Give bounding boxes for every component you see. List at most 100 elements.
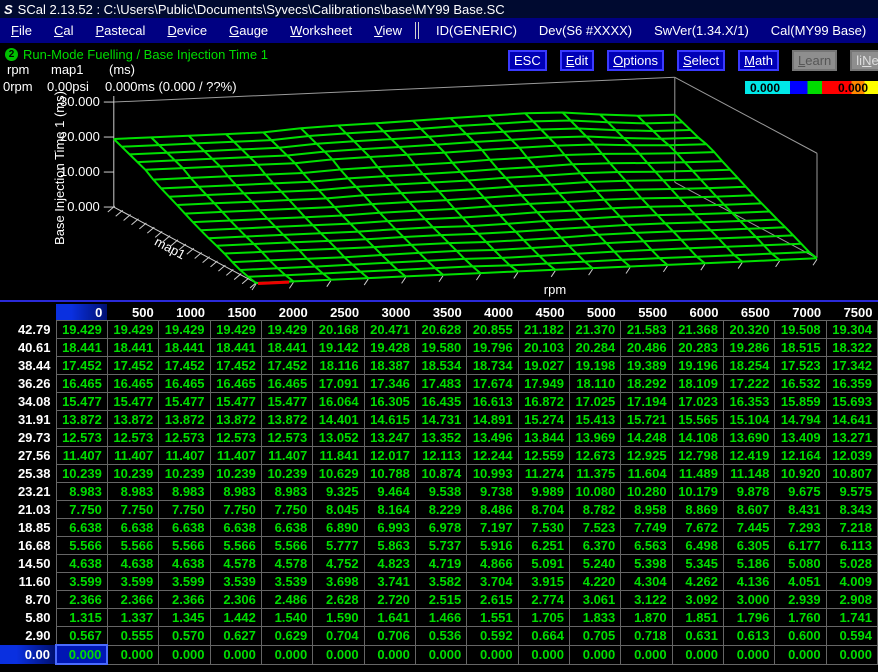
cell[interactable]: 1.315 [56,609,107,627]
cell[interactable]: 1.442 [210,609,261,627]
cell[interactable]: 13.690 [723,429,774,447]
cell[interactable]: 4.719 [415,555,466,573]
cell[interactable]: 12.573 [210,429,261,447]
cell[interactable]: 18.441 [261,339,312,357]
row-header-23.21[interactable]: 23.21 [0,483,56,501]
cell[interactable]: 5.566 [107,537,158,555]
cell[interactable]: 18.387 [364,357,415,375]
cell[interactable]: 15.859 [775,393,826,411]
cell[interactable]: 18.441 [159,339,210,357]
row-header-11.60[interactable]: 11.60 [0,573,56,591]
cell[interactable]: 8.607 [723,501,774,519]
cell[interactable]: 5.091 [518,555,569,573]
menu-item-cal[interactable]: Cal [43,21,85,40]
cell[interactable]: 6.498 [672,537,723,555]
cell[interactable]: 19.389 [621,357,672,375]
cell[interactable]: 2.515 [415,591,466,609]
app-icon[interactable]: S [4,2,12,17]
cell[interactable]: 12.573 [107,429,158,447]
col-header-7500[interactable]: 7500 [826,304,877,321]
cell[interactable]: 16.305 [364,393,415,411]
row-header-21.03[interactable]: 21.03 [0,501,56,519]
cell[interactable]: 13.271 [826,429,877,447]
cell[interactable]: 16.613 [467,393,518,411]
cell[interactable]: 3.741 [364,573,415,591]
cell[interactable]: 7.749 [621,519,672,537]
cell[interactable]: 8.983 [159,483,210,501]
cell[interactable]: 0.555 [107,627,158,646]
cell[interactable]: 11.407 [210,447,261,465]
cell[interactable]: 5.240 [569,555,620,573]
cell[interactable]: 14.794 [775,411,826,429]
cell[interactable]: 19.429 [56,321,107,339]
cell[interactable]: 5.028 [826,555,877,573]
cell[interactable]: 14.641 [826,411,877,429]
cell[interactable]: 14.615 [364,411,415,429]
cell[interactable]: 12.559 [518,447,569,465]
cell[interactable]: 10.788 [364,465,415,483]
cell[interactable]: 9.675 [775,483,826,501]
cell[interactable]: 16.359 [826,375,877,393]
cell[interactable]: 10.920 [775,465,826,483]
cell[interactable]: 9.878 [723,483,774,501]
cell[interactable]: 17.674 [467,375,518,393]
cell[interactable]: 11.407 [107,447,158,465]
cell[interactable]: 7.530 [518,519,569,537]
cell[interactable]: 8.983 [210,483,261,501]
cell[interactable]: 1.796 [723,609,774,627]
cell[interactable]: 0.570 [159,627,210,646]
cell[interactable]: 4.578 [261,555,312,573]
cell[interactable]: 0.000 [723,645,774,664]
cell[interactable]: 5.863 [364,537,415,555]
cell[interactable]: 0.000 [415,645,466,664]
cell[interactable]: 3.539 [210,573,261,591]
cell[interactable]: 0.629 [261,627,312,646]
cell[interactable]: 19.429 [107,321,158,339]
cell[interactable]: 16.465 [107,375,158,393]
cell[interactable]: 5.566 [56,537,107,555]
cell[interactable]: 6.638 [210,519,261,537]
col-header-0[interactable]: 0 [56,304,107,321]
cell[interactable]: 13.872 [56,411,107,429]
row-header-38.44[interactable]: 38.44 [0,357,56,375]
row-header-0.00[interactable]: 0.00 [0,645,56,664]
cell[interactable]: 15.565 [672,411,723,429]
select-button[interactable]: Select [677,50,725,71]
col-header-500[interactable]: 500 [107,304,158,321]
col-header-1500[interactable]: 1500 [210,304,261,321]
cell[interactable]: 19.429 [261,321,312,339]
options-button[interactable]: Options [607,50,664,71]
cell[interactable]: 8.431 [775,501,826,519]
cell[interactable]: 3.704 [467,573,518,591]
cell[interactable]: 4.823 [364,555,415,573]
cell[interactable]: 0.000 [159,645,210,664]
cell[interactable]: 15.274 [518,411,569,429]
cell[interactable]: 20.103 [518,339,569,357]
row-header-5.80[interactable]: 5.80 [0,609,56,627]
cell[interactable]: 12.017 [364,447,415,465]
cell[interactable]: 11.841 [313,447,364,465]
cell[interactable]: 8.983 [261,483,312,501]
cell[interactable]: 7.750 [159,501,210,519]
cell[interactable]: 12.573 [56,429,107,447]
cell[interactable]: 10.239 [261,465,312,483]
cell[interactable]: 18.515 [775,339,826,357]
col-header-1000[interactable]: 1000 [159,304,210,321]
cell[interactable]: 18.109 [672,375,723,393]
cell[interactable]: 20.486 [621,339,672,357]
cell[interactable]: 1.466 [415,609,466,627]
cell[interactable]: 4.051 [775,573,826,591]
cell[interactable]: 13.352 [415,429,466,447]
cell[interactable]: 7.750 [107,501,158,519]
cell[interactable]: 0.627 [210,627,261,646]
cell[interactable]: 11.407 [159,447,210,465]
cell[interactable]: 21.583 [621,321,672,339]
cell[interactable]: 20.855 [467,321,518,339]
cell[interactable]: 20.168 [313,321,364,339]
cell[interactable]: 5.345 [672,555,723,573]
cell[interactable]: 14.731 [415,411,466,429]
cell[interactable]: 18.534 [415,357,466,375]
cell[interactable]: 1.641 [364,609,415,627]
cell[interactable]: 18.116 [313,357,364,375]
cell[interactable]: 9.575 [826,483,877,501]
